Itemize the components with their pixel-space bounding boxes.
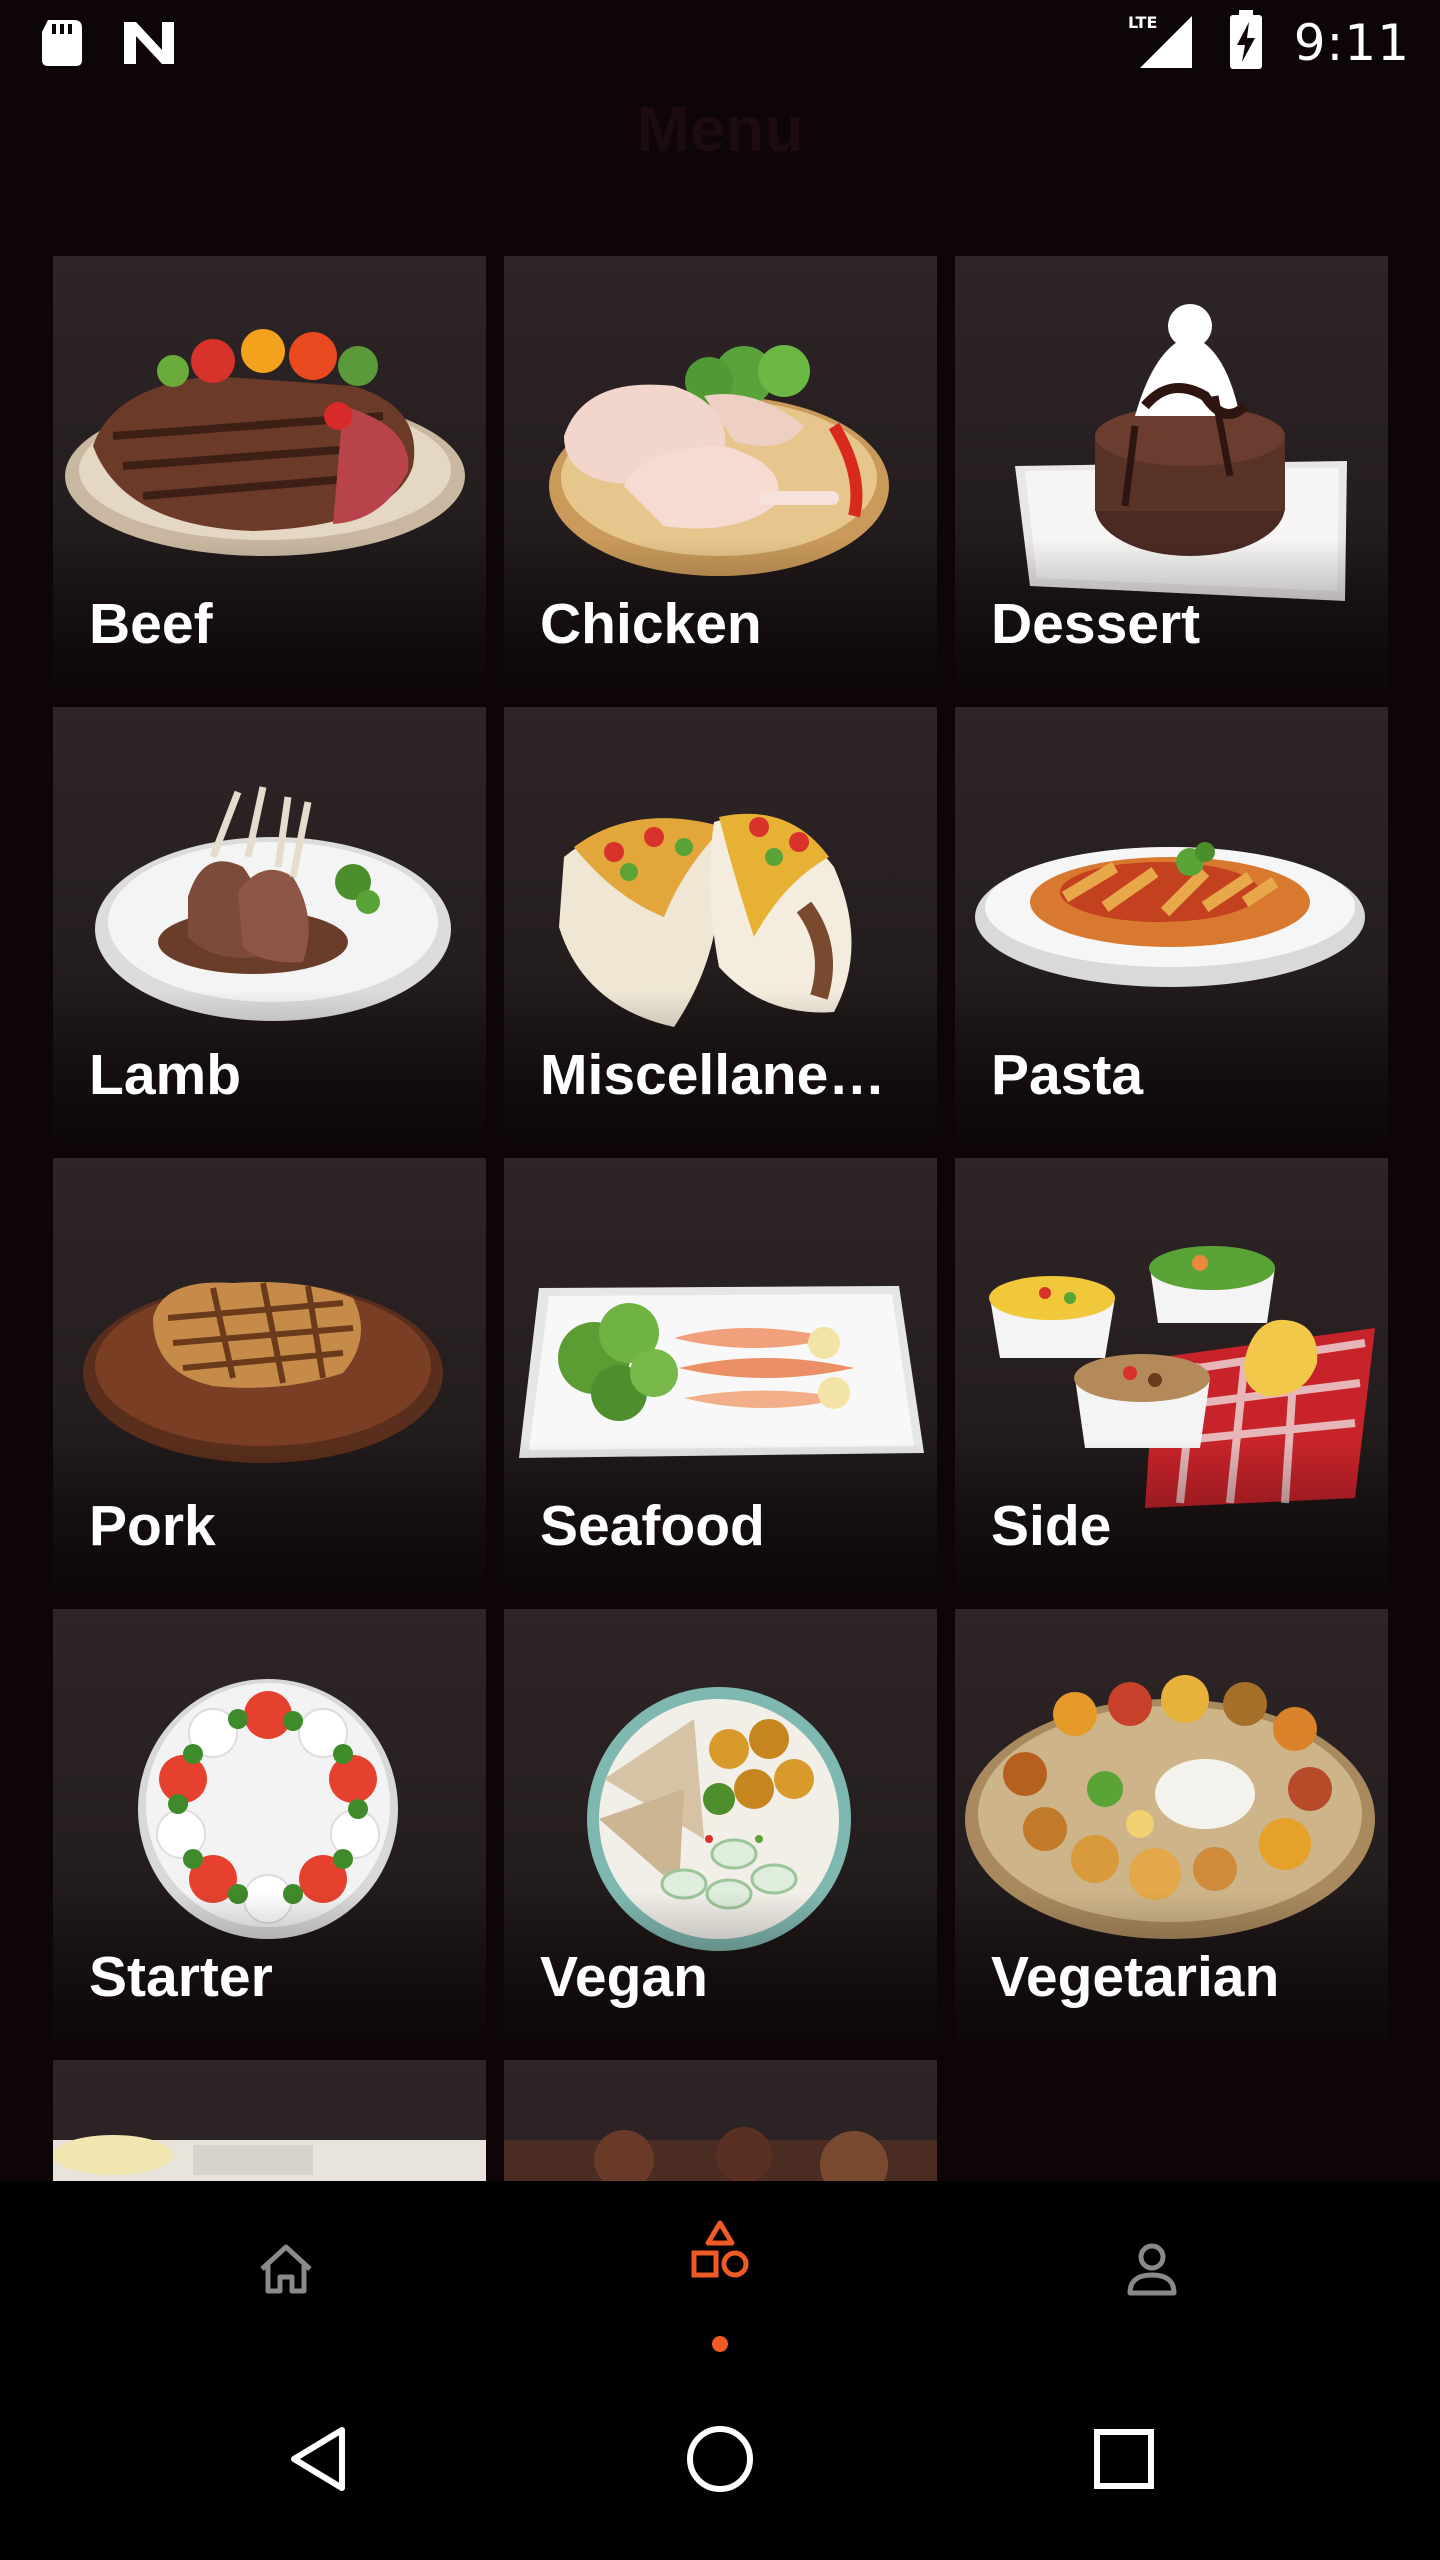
nav-home-button[interactable] xyxy=(186,2181,386,2361)
sd-card-icon xyxy=(40,18,84,73)
category-label: Chicken xyxy=(540,592,762,656)
page-title: Menu xyxy=(636,93,804,165)
system-back-button[interactable] xyxy=(258,2401,378,2521)
partial-food-image xyxy=(53,2135,486,2181)
category-label: Pasta xyxy=(991,1043,1144,1107)
bottom-navigation xyxy=(0,2181,1440,2361)
category-tile-vegan[interactable]: Vegan xyxy=(504,1609,937,2042)
category-tile-lamb[interactable]: Lamb xyxy=(53,707,486,1140)
back-icon xyxy=(286,2424,350,2499)
category-tile-pork[interactable]: Pork xyxy=(53,1158,486,1591)
n-logo-icon xyxy=(122,20,176,71)
category-label: Pork xyxy=(89,1494,216,1558)
status-bar: LTE 9:11 xyxy=(0,0,1440,84)
active-tab-indicator xyxy=(712,2336,728,2352)
category-label: Vegan xyxy=(540,1945,708,2009)
category-label: Lamb xyxy=(89,1043,242,1107)
category-tile-partial[interactable] xyxy=(504,2060,937,2181)
category-tile-vegetarian[interactable]: Vegetarian xyxy=(955,1609,1388,2042)
nav-categories-button[interactable] xyxy=(620,2181,820,2361)
category-label: Vegetarian xyxy=(991,1945,1280,2009)
system-home-button[interactable] xyxy=(660,2401,780,2521)
partial-food-image xyxy=(504,2127,937,2181)
category-grid: Beef Chicken Dessert Lamb Miscellaneous … xyxy=(53,256,1388,2181)
category-tile-starter[interactable]: Starter xyxy=(53,1609,486,2042)
category-tile-dessert[interactable]: Dessert xyxy=(955,256,1388,689)
nav-profile-button[interactable] xyxy=(1052,2181,1252,2361)
category-tile-beef[interactable]: Beef xyxy=(53,256,486,689)
category-tile-side[interactable]: Side xyxy=(955,1158,1388,1591)
category-label: Miscellaneous xyxy=(540,1043,910,1107)
category-tile-chicken[interactable]: Chicken xyxy=(504,256,937,689)
category-tile-pasta[interactable]: Pasta xyxy=(955,707,1388,1140)
home-circle-icon xyxy=(685,2424,755,2499)
category-label: Side xyxy=(991,1494,1112,1558)
category-tile-partial[interactable] xyxy=(53,2060,486,2181)
status-time: 9:11 xyxy=(1293,13,1410,72)
recents-icon xyxy=(1093,2428,1155,2495)
app-screen: LTE 9:11 Menu Beef Chicken Dessert Lamb … xyxy=(0,0,1440,2560)
home-icon xyxy=(256,2241,316,2302)
category-grid-viewport[interactable]: Beef Chicken Dessert Lamb Miscellaneous … xyxy=(0,174,1440,2181)
category-label: Seafood xyxy=(540,1494,765,1558)
category-tile-seafood[interactable]: Seafood xyxy=(504,1158,937,1591)
person-icon xyxy=(1124,2241,1180,2302)
svg-text:LTE: LTE xyxy=(1128,13,1157,32)
system-navigation-bar xyxy=(0,2361,1440,2560)
category-tile-miscellaneous[interactable]: Miscellaneous xyxy=(504,707,937,1140)
category-label: Beef xyxy=(89,592,213,656)
category-label: Dessert xyxy=(991,592,1201,656)
battery-charging-icon xyxy=(1228,10,1264,75)
lte-signal-icon: LTE xyxy=(1128,10,1198,75)
category-label: Starter xyxy=(89,1945,273,2009)
shapes-icon xyxy=(690,2219,750,2284)
system-recents-button[interactable] xyxy=(1064,2401,1184,2521)
